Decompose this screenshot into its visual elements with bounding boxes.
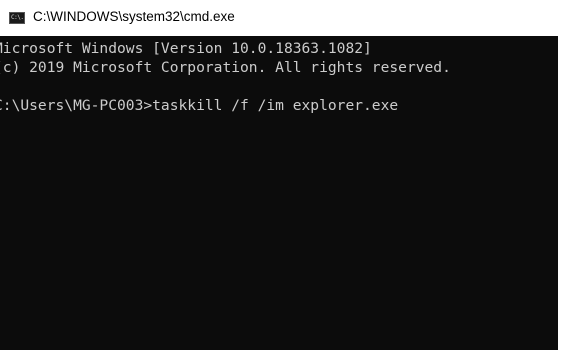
console-line-version: Microsoft Windows [Version 10.0.18363.10… — [0, 40, 372, 57]
cmd-icon-glyph: C:\. — [11, 14, 24, 21]
title-bar[interactable]: C:\. C:\WINDOWS\system32\cmd.exe — [0, 0, 561, 36]
cmd-window: C:\. C:\WINDOWS\system32\cmd.exe Microso… — [0, 0, 561, 350]
console-line-command: C:\Users\MG-PC003>taskkill /f /im explor… — [0, 97, 399, 114]
console-area[interactable]: Microsoft Windows [Version 10.0.18363.10… — [0, 36, 561, 350]
window-title: C:\WINDOWS\system32\cmd.exe — [33, 9, 235, 24]
console-line-copyright: (c) 2019 Microsoft Corporation. All righ… — [0, 59, 451, 76]
cmd-icon: C:\. — [9, 12, 25, 24]
